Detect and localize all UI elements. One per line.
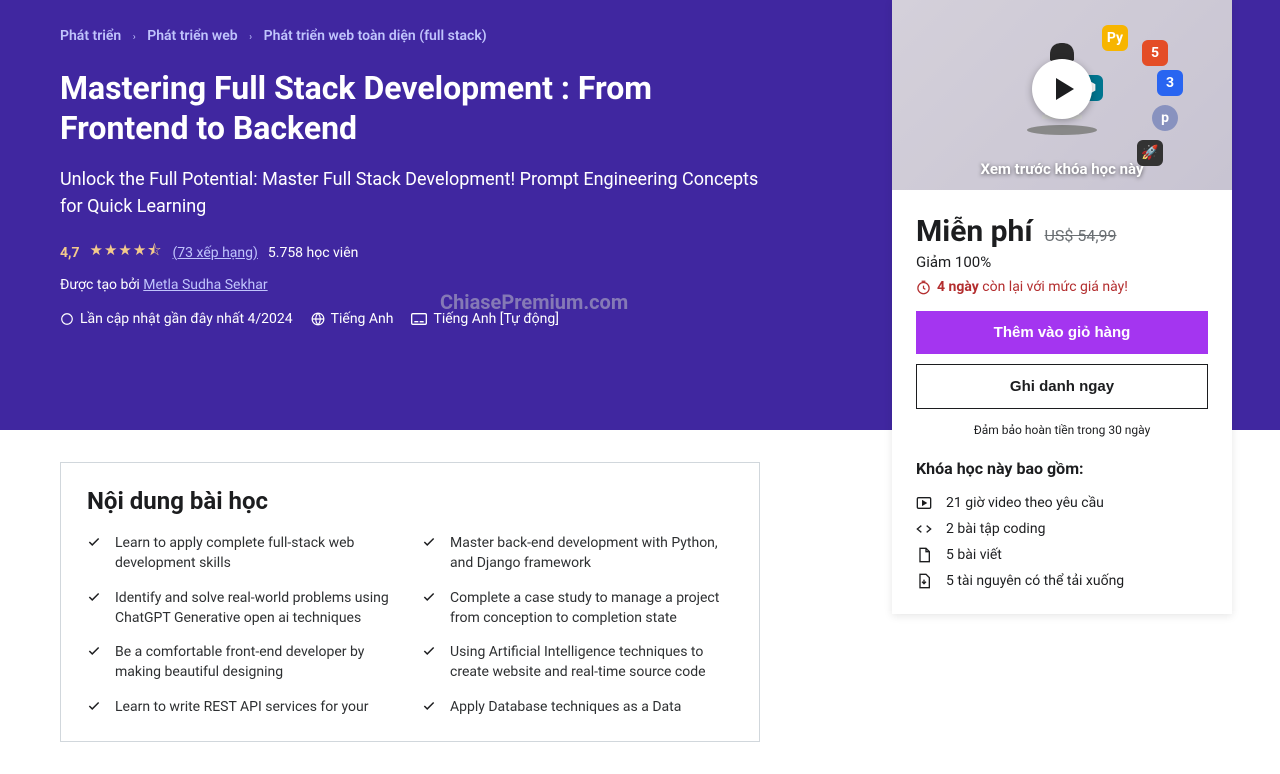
hero-section: Phát triển › Phát triển web › Phát triển… xyxy=(0,0,1280,430)
enroll-button[interactable]: Ghi danh ngay xyxy=(916,364,1208,409)
timer-days: 4 ngày xyxy=(937,279,979,295)
preview-label: Xem trước khóa học này xyxy=(980,160,1143,178)
learn-item: Apply Database techniques as a Data xyxy=(422,697,733,717)
learn-grid: Learn to apply complete full-stack web d… xyxy=(87,533,733,717)
badge-icon xyxy=(60,312,74,326)
includes-item: 5 bài viết xyxy=(916,542,1208,568)
rating-value: 4,7 xyxy=(60,245,80,261)
course-title: Mastering Full Stack Development : From … xyxy=(60,68,780,148)
file-icon xyxy=(916,547,932,563)
includes-title: Khóa học này bao gồm: xyxy=(916,459,1208,478)
author-link[interactable]: Metla Sudha Sekhar xyxy=(143,277,267,293)
stars-icon: ★★★★⯪ xyxy=(90,240,163,265)
learn-item: Be a comfortable front-end developer by … xyxy=(87,642,398,683)
code-icon xyxy=(916,522,932,536)
last-update: Lần cập nhật gần đây nhất 4/2024 xyxy=(80,311,293,327)
includes-list: 21 giờ video theo yêu cầu 2 bài tập codi… xyxy=(916,490,1208,594)
discount-label: Giảm 100% xyxy=(916,253,1208,271)
preview-box[interactable]: Py 5 3 p 🚀 ⬢ Xem trước khóa học này xyxy=(892,0,1232,190)
globe-icon xyxy=(311,312,325,326)
includes-item: 21 giờ video theo yêu cầu xyxy=(916,490,1208,516)
ratings-link[interactable]: (73 xếp hạng) xyxy=(173,245,258,261)
timer-row: 4 ngày còn lại với mức giá này! xyxy=(916,279,1208,295)
breadcrumb-l2[interactable]: Phát triển web xyxy=(147,28,237,44)
check-icon xyxy=(422,590,436,604)
timer-rest: còn lại với mức giá này! xyxy=(979,279,1128,295)
check-icon xyxy=(87,699,101,713)
chevron-right-icon: › xyxy=(133,32,136,43)
course-subtitle: Unlock the Full Potential: Master Full S… xyxy=(60,166,780,220)
learn-title: Nội dung bài học xyxy=(87,487,733,515)
check-icon xyxy=(422,535,436,549)
check-icon xyxy=(87,535,101,549)
includes-item: 2 bài tập coding xyxy=(916,516,1208,542)
learn-item: Learn to write REST API services for you… xyxy=(87,697,398,717)
breadcrumb-l1[interactable]: Phát triển xyxy=(60,28,121,44)
learn-item: Master back-end development with Python,… xyxy=(422,533,733,574)
learn-item: Learn to apply complete full-stack web d… xyxy=(87,533,398,574)
play-icon xyxy=(1056,78,1074,100)
price-current: Miễn phí xyxy=(916,214,1033,249)
learn-box: Nội dung bài học Learn to apply complete… xyxy=(60,462,760,742)
includes-item: 5 tài nguyên có thể tải xuống xyxy=(916,568,1208,594)
language: Tiếng Anh xyxy=(331,311,394,327)
students-count: 5.758 học viên xyxy=(268,245,358,261)
guarantee-text: Đảm bảo hoàn tiền trong 30 ngày xyxy=(916,423,1208,437)
clock-icon xyxy=(916,280,931,295)
download-icon xyxy=(916,573,932,589)
video-icon xyxy=(916,496,932,510)
check-icon xyxy=(87,644,101,658)
check-icon xyxy=(422,644,436,658)
learn-item: Using Artificial Intelligence techniques… xyxy=(422,642,733,683)
learn-item: Identify and solve real-world problems u… xyxy=(87,588,398,629)
check-icon xyxy=(422,699,436,713)
chevron-right-icon: › xyxy=(249,32,252,43)
cc-icon xyxy=(411,313,427,325)
learn-item: Complete a case study to manage a projec… xyxy=(422,588,733,629)
watermark: ChiasePremium.com xyxy=(440,290,628,314)
content-section: Nội dung bài học Learn to apply complete… xyxy=(0,430,820,774)
sidebar-card: Py 5 3 p 🚀 ⬢ Xem trước khóa học này Miễn… xyxy=(892,0,1232,614)
play-button[interactable] xyxy=(1032,59,1092,119)
created-by-label: Được tạo bởi xyxy=(60,277,143,293)
check-icon xyxy=(87,590,101,604)
price-original: US$ 54,99 xyxy=(1045,226,1117,245)
breadcrumb-l3[interactable]: Phát triển web toàn diện (full stack) xyxy=(264,28,487,44)
add-to-cart-button[interactable]: Thêm vào giỏ hàng xyxy=(916,311,1208,354)
